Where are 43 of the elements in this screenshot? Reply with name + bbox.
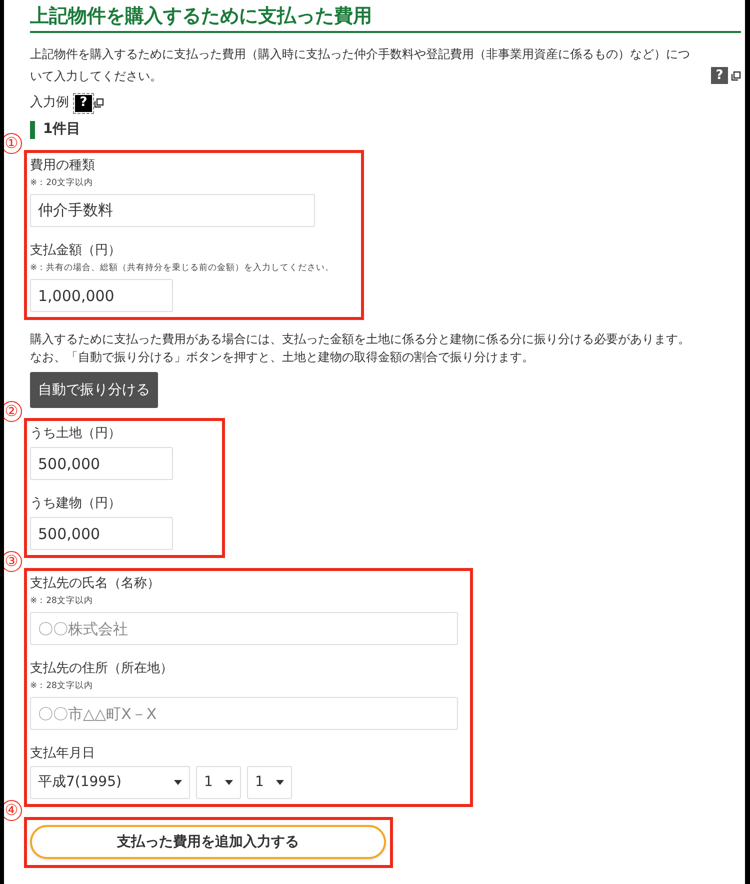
field-label: 支払先の住所（所在地） [30,660,174,678]
select-value: 1 [255,773,264,792]
step-marker: ③ [4,551,22,572]
input-field[interactable]: 〇〇市△△町X－X [30,697,458,730]
field-label: うち建物（円） [30,495,122,513]
new-window-icon[interactable] [94,98,104,108]
input-field[interactable]: 仲介手数料 [30,194,315,227]
step-marker: ① [4,133,22,154]
input-field[interactable]: 500,000 [30,517,173,550]
field-note: ※：28文字以内 [30,680,93,693]
field-label: 支払年月日 [30,745,96,763]
field-label: 支払先の氏名（名称） [30,575,161,593]
example-label: 入力例 [30,94,69,112]
notice-text: なお、「自動で振り分ける」ボタンを押すと、土地と建物の取得金額の割合で振り分けます。 [30,349,535,366]
heading-bar [30,120,35,138]
description-text: 上記物件を購入するために支払った費用（購入時に支払った仲介手数料や登記費用（非事業用資産に係るもの）など）について入力してください。 [30,46,691,85]
add-expense-button[interactable]: 支払った費用を追加入力する [30,825,386,859]
input-field[interactable]: 〇〇株式会社 [30,612,458,645]
date-select[interactable]: 1 [196,766,241,799]
page-title: 上記物件を購入するために支払った費用 [30,0,741,33]
auto-allocate-button[interactable]: 自動で振り分ける [30,372,158,408]
field-note: ※：28文字以内 [30,595,93,608]
input-field[interactable]: 1,000,000 [30,279,173,312]
dropdown-caret-icon [174,780,182,785]
field-note: ※：20文字以内 [30,177,93,190]
item-heading: 1件目 [43,120,81,139]
help-button[interactable]: ? [711,67,728,84]
step-marker: ④ [4,800,22,821]
field-label: うち土地（円） [30,425,122,443]
help-button[interactable]: ? [75,94,92,112]
notice-text: 購入するために支払った費用がある場合には、支払った金額を土地に係る分と建物に係る分に振り分ける必要があります。 [30,331,691,348]
new-window-icon[interactable] [731,70,741,80]
step-marker: ② [4,401,22,422]
select-value: 平成7(1995) [38,773,122,792]
select-value: 1 [204,773,213,792]
date-select[interactable]: 1 [247,766,292,799]
dropdown-caret-icon [276,780,284,785]
field-label: 費用の種類 [30,157,96,175]
field-label: 支払金額（円） [30,242,122,260]
input-field[interactable]: 500,000 [30,447,173,480]
date-select[interactable]: 平成7(1995) [30,766,190,799]
dropdown-caret-icon [225,780,233,785]
field-note: ※：共有の場合、総額（共有持分を乗じる前の金額）を入力してください。 [30,262,334,275]
